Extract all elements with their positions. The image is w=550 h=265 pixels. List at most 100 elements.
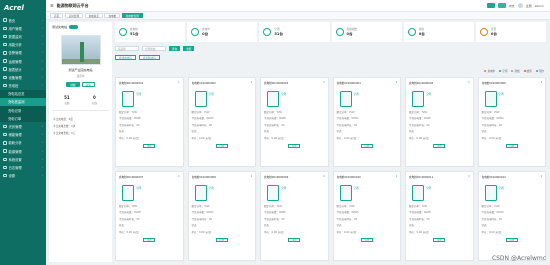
reset-button[interactable]: 重置 — [183, 46, 195, 51]
avatar[interactable] — [517, 3, 523, 8]
chevron-icon: › — [41, 34, 43, 38]
pile-detail-button[interactable]: 详情 — [143, 143, 156, 148]
status-select[interactable]: 全部状态 — [142, 46, 166, 51]
sidebar-item[interactable]: 首页 › — [0, 16, 46, 24]
user-name[interactable]: admin — [535, 4, 544, 8]
pile-detail-button[interactable]: 详情 — [288, 237, 301, 242]
bell-button[interactable] — [497, 3, 506, 8]
pile-status: 空闲 — [136, 93, 142, 96]
pile-info: 今日充电时长：0h — [119, 217, 140, 221]
pile-status: 空闲 — [208, 187, 214, 190]
pile-card[interactable]: 充电桩0010000010 空闲额定功率：7kW 今日充电量：0kWh 今日充电时长：… — [332, 171, 401, 261]
pile-detail-button[interactable]: 详情 — [215, 143, 228, 148]
pile-detail-button[interactable]: 详情 — [360, 143, 373, 148]
download-button[interactable] — [486, 3, 495, 8]
sort-name-chip[interactable]: 按名称排序 — [138, 55, 160, 60]
chevron-icon: › — [41, 157, 43, 161]
language-select[interactable]: 中文 — [509, 4, 515, 8]
sidebar-item-label: 用户管理 — [8, 26, 22, 31]
menu-item-icon — [3, 75, 7, 80]
pile-detail-button[interactable]: 详情 — [215, 237, 228, 242]
pile-info: 今日充电量：0kWh — [264, 117, 287, 120]
sidebar-item[interactable]: 充电记录 — [0, 106, 46, 115]
pile-detail-button[interactable]: 详情 — [505, 143, 518, 148]
sidebar-item[interactable]: 能耗分析 › — [0, 139, 46, 147]
sidebar-item[interactable]: 设置 › — [0, 172, 46, 180]
pile-card[interactable]: 充电桩0010000003 空闲额定功率：7kW 今日充电量：0kWh 今日充电时长：… — [260, 77, 329, 167]
charger-icon — [412, 91, 424, 107]
sidebar-item[interactable]: 设备管理 › — [0, 73, 46, 81]
sidebar-item[interactable]: 运维管理 › — [0, 57, 46, 65]
pile-card[interactable]: 充电桩0010000007 空闲额定功率：7kW 今日充电量：0kWh 今日充电时长：… — [115, 171, 184, 261]
pile-info: 额定功率：7kW — [264, 110, 283, 114]
charger-icon — [484, 91, 497, 107]
sidebar-item[interactable]: 用能分析 › — [0, 41, 46, 49]
pile-status: 空闲 — [281, 187, 287, 190]
pile-info: 今日充电量：0kWh — [264, 211, 287, 214]
sidebar-item[interactable]: 光伏管理 › — [0, 122, 46, 130]
search-button[interactable]: 查询 — [169, 46, 181, 51]
summary-icon — [119, 28, 127, 36]
charger-icon — [339, 185, 352, 201]
sidebar-item[interactable]: 充电桩监测 — [0, 97, 46, 107]
pile-detail-button[interactable]: 详情 — [433, 143, 446, 148]
pile-info: 今日充电量：0kWh — [481, 117, 504, 120]
detail-button[interactable]: 详情 — [81, 82, 95, 87]
pile-card[interactable]: 充电桩0010000006 空闲额定功率：7kW 今日充电量：0kWh 今日充电时长：… — [477, 77, 546, 167]
pile-detail-button[interactable]: 详情 — [360, 237, 373, 242]
pile-info: 单价：0.00 元/度 — [481, 136, 502, 140]
keyword-input[interactable]: 请选择 — [115, 46, 139, 51]
tab[interactable]: 充电桩监测 — [121, 12, 143, 19]
tab[interactable]: 首页 — [50, 12, 64, 19]
sidebar-item[interactable]: 充电站总览 — [0, 89, 46, 98]
pile-info: 单价：0.00 元/度 — [264, 136, 284, 140]
pile-card[interactable]: 充电桩0010000005 空闲额定功率：7kW 今日充电量：0kWh 今日充电时长：… — [405, 77, 474, 167]
sidebar-item[interactable]: 告警管理 › — [0, 49, 46, 57]
pile-detail-button[interactable]: 详情 — [433, 237, 446, 242]
pile-title: 充电桩0010000012 — [482, 175, 543, 179]
theme-label[interactable]: 主题 — [526, 4, 532, 8]
main-content: 充电桩 51台 充电中 0台 空闲 51台 离线总数 0台 离线 0台 告警 0台 请选择 全部状态 … — [115, 22, 547, 262]
pile-info: 今日充电时长：0h — [336, 123, 358, 127]
today-amount: 今日充电金额：0元 — [53, 132, 76, 135]
chevron-icon: › — [41, 18, 43, 22]
tab[interactable]: 充电桩 — [104, 12, 121, 19]
pile-info: 单价：0.00 元/度 — [481, 230, 502, 234]
sidebar-item[interactable]: 系统设置 › — [0, 155, 46, 163]
pile-detail-button[interactable]: 详情 — [505, 237, 518, 242]
sidebar-item[interactable]: 报表统计 › — [0, 65, 46, 73]
sort-status-chip[interactable]: 按状态排序 — [115, 55, 136, 60]
station-toggle[interactable] — [69, 25, 79, 29]
pile-info: 额定功率：7kW — [409, 204, 428, 208]
pile-info: 额定功率：7kW — [481, 204, 500, 208]
menu-item-icon — [3, 34, 7, 39]
sidebar-item[interactable]: 用户管理 › — [0, 24, 46, 32]
sidebar-item[interactable]: 充电桩 › — [0, 82, 46, 90]
sidebar-item-label: 数据监测 — [8, 34, 22, 39]
pile-card[interactable]: 充电桩0010000008 空闲额定功率：7kW 今日充电量：0kWh 今日充电时长：… — [187, 171, 256, 261]
pile-info: 状态 — [191, 130, 197, 133]
pile-detail-button[interactable]: 详情 — [143, 237, 156, 242]
pile-card[interactable]: 充电桩0010000002 空闲额定功率：7kW 今日充电量：0kWh 今日充电时长：… — [187, 77, 256, 167]
menu-item-icon — [3, 83, 7, 88]
sidebar-item[interactable]: 日志管理 › — [0, 163, 46, 171]
pile-card[interactable]: 充电桩0010000012 空闲额定功率：7kW 今日充电量：0kWh 今日充电时长：… — [477, 171, 546, 261]
pile-info: 状态 — [119, 130, 125, 133]
pile-card[interactable]: 充电桩0010000011 空闲额定功率：7kW 今日充电量：0kWh 今日充电时长：… — [405, 171, 474, 261]
pile-detail-button[interactable]: 详情 — [288, 143, 301, 148]
menu-item-icon — [3, 42, 7, 47]
sidebar-item[interactable]: 数据监测 › — [0, 32, 46, 40]
menu-icon[interactable]: ☰ — [50, 3, 54, 8]
pile-card[interactable]: 充电桩0010000009 空闲额定功率：7kW 今日充电量：0kWh 今日充电时长：… — [260, 171, 329, 261]
pile-card[interactable]: 充电桩0010000004 空闲额定功率：7kW 今日充电量：0kWh 今日充电时长：… — [332, 77, 401, 167]
pile-info: 今日充电时长：0h — [191, 217, 213, 221]
sidebar-item[interactable]: 充电订单 — [0, 114, 46, 123]
tab[interactable]: 充电总览 — [84, 12, 103, 19]
pile-info: 额定功率：7kW — [481, 110, 500, 114]
sidebar-item[interactable]: 储能管理 › — [0, 131, 46, 139]
menu-item-icon — [3, 67, 7, 71]
sidebar-item[interactable]: 能源管理 › — [0, 147, 46, 155]
pile-card[interactable]: 充电桩0010000001 空闲额定功率：7kW 今日充电量：0kWh 今日充电时长：… — [115, 77, 184, 167]
map-button[interactable]: 地图 — [66, 82, 80, 87]
tab[interactable]: 实时监测 — [64, 12, 84, 19]
